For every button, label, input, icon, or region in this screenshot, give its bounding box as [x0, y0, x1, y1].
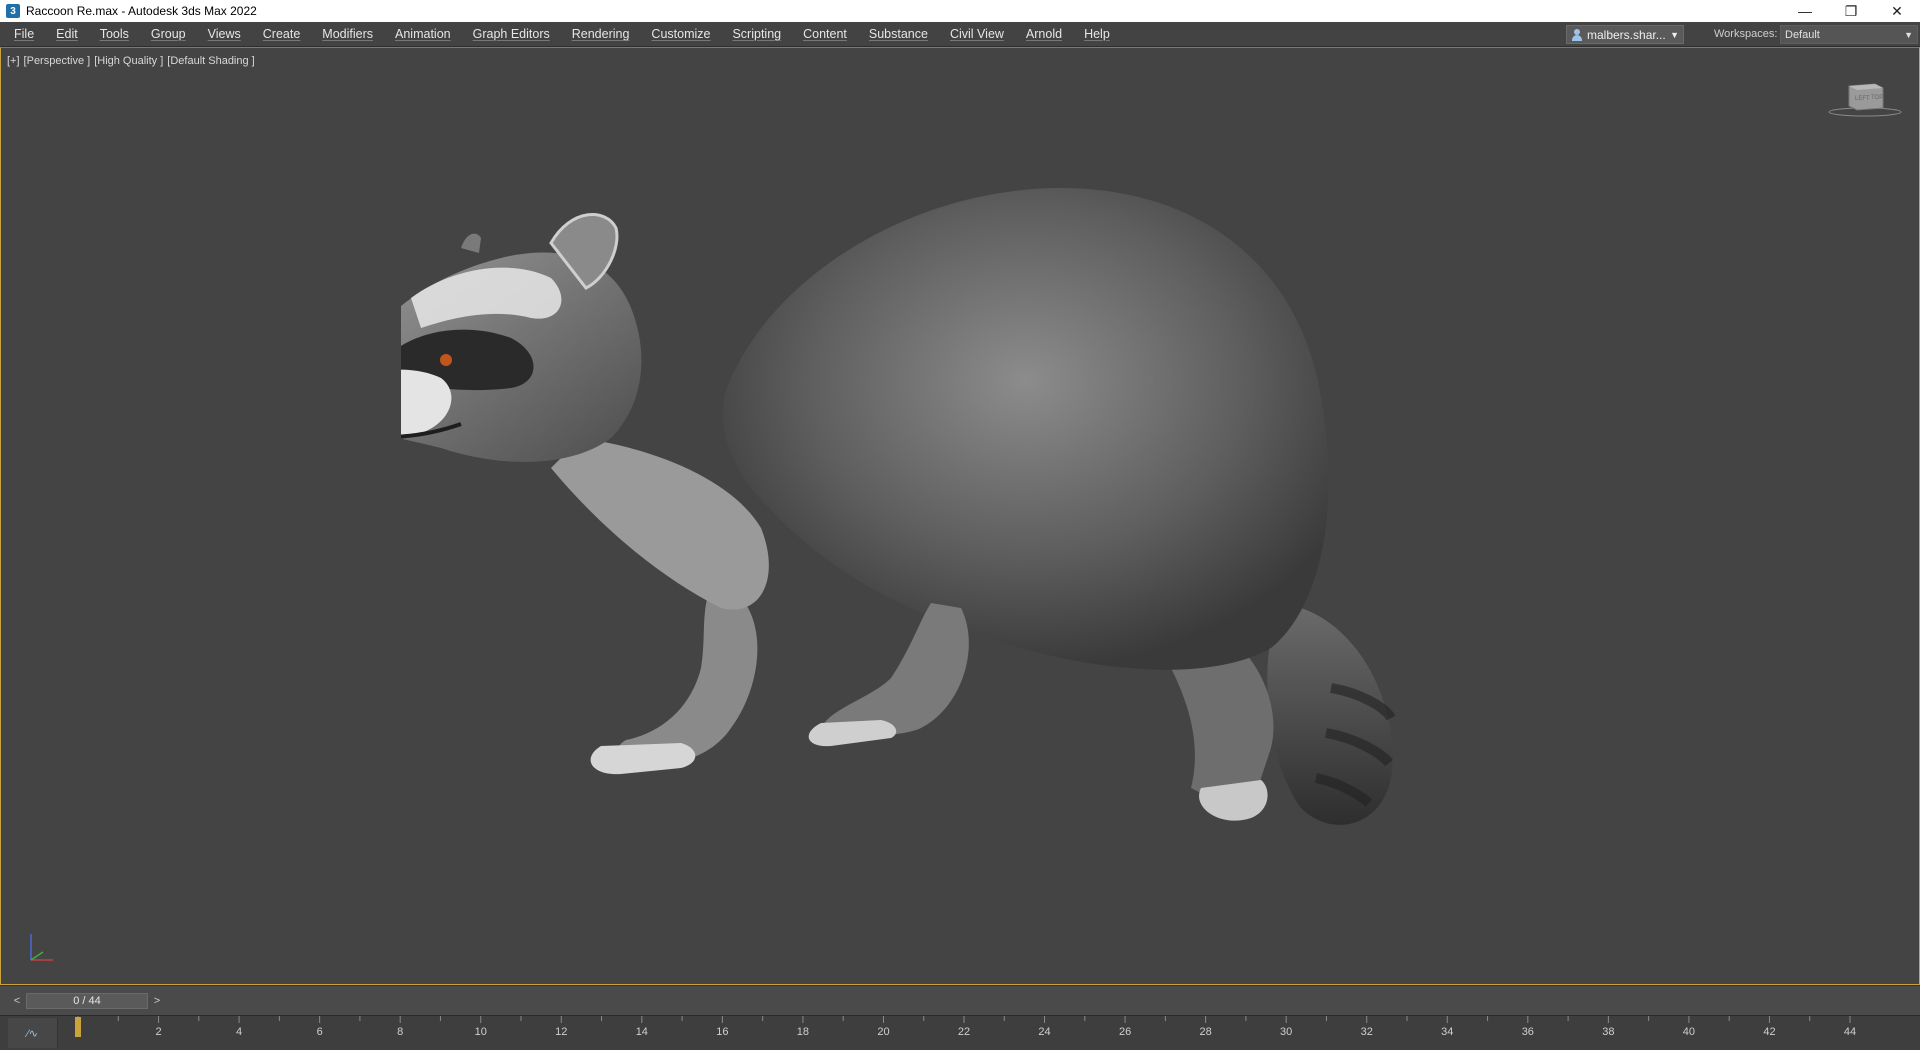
menu-create[interactable]: Create: [255, 22, 309, 46]
viewport-quality-menu[interactable]: [High Quality ]: [94, 55, 163, 67]
frame-tick-label: 40: [1683, 1026, 1695, 1038]
menu-substance[interactable]: Substance: [861, 22, 936, 46]
frame-tick-label: 42: [1763, 1026, 1775, 1038]
menu-customize[interactable]: Customize: [643, 22, 718, 46]
frame-tick-label: 2: [155, 1026, 161, 1038]
menu-bar: File Edit Tools Group Views Create Modif…: [0, 22, 1920, 47]
viewport-shading-menu[interactable]: [Default Shading ]: [167, 55, 254, 67]
viewcube-left-label: LEFT: [1855, 96, 1870, 102]
menu-scripting[interactable]: Scripting: [724, 22, 789, 46]
menu-views[interactable]: Views: [200, 22, 249, 46]
current-frame-marker[interactable]: [75, 1017, 81, 1037]
chevron-down-icon: ▼: [1904, 29, 1913, 40]
frame-tick-label: 8: [397, 1026, 403, 1038]
menu-content[interactable]: Content: [795, 22, 855, 46]
3dsmax-app-icon: 3: [6, 4, 20, 18]
frame-tick-label: 36: [1522, 1026, 1534, 1038]
time-slider-bar: < 0 / 44 >: [0, 985, 1920, 1015]
frame-ruler[interactable]: 0246810121416182022242628303234363840424…: [70, 1016, 1870, 1050]
raccoon-3d-model[interactable]: [401, 148, 1481, 928]
next-frame-button[interactable]: >: [150, 993, 164, 1009]
frame-tick-label: 34: [1441, 1026, 1453, 1038]
title-bar: 3 Raccoon Re.max - Autodesk 3ds Max 2022…: [0, 0, 1920, 22]
perspective-viewport[interactable]: [+] [Perspective ] [High Quality ] [Defa…: [0, 47, 1920, 985]
viewport-point-of-view-menu[interactable]: [Perspective ]: [24, 55, 91, 67]
viewcube-top-label: TOP: [1871, 95, 1883, 101]
mini-curve-editor-icon[interactable]: ⁄∿: [8, 1018, 58, 1048]
user-account-dropdown[interactable]: malbers.shar... ▼: [1566, 25, 1684, 44]
frame-tick-label: 16: [716, 1026, 728, 1038]
time-slider-thumb[interactable]: 0 / 44: [26, 993, 148, 1009]
viewcube[interactable]: LEFT TOP: [1825, 78, 1905, 118]
previous-frame-button[interactable]: <: [10, 993, 24, 1009]
raccoon-eye: [440, 354, 452, 366]
workspace-select[interactable]: Default ▼: [1780, 25, 1918, 44]
raccoon-middle-paw: [808, 720, 897, 747]
raccoon-tail: [1267, 608, 1393, 825]
raccoon-body: [722, 188, 1329, 670]
minimize-button[interactable]: —: [1782, 0, 1828, 22]
menu-edit[interactable]: Edit: [48, 22, 86, 46]
menu-rendering[interactable]: Rendering: [564, 22, 638, 46]
frame-tick-label: 38: [1602, 1026, 1614, 1038]
viewport-general-menu[interactable]: [+]: [7, 55, 20, 67]
frame-tick-label: 32: [1361, 1026, 1373, 1038]
raccoon-ear-left: [461, 233, 481, 253]
viewport-label-menu: [+] [Perspective ] [High Quality ] [Defa…: [7, 55, 255, 67]
window-title: Raccoon Re.max - Autodesk 3ds Max 2022: [26, 4, 257, 18]
frame-tick-label: 12: [555, 1026, 567, 1038]
menu-civil-view[interactable]: Civil View: [942, 22, 1012, 46]
menu-tools[interactable]: Tools: [92, 22, 137, 46]
frame-tick-label: 14: [636, 1026, 648, 1038]
frame-tick-label: 30: [1280, 1026, 1292, 1038]
frame-tick-label: 18: [797, 1026, 809, 1038]
menu-file[interactable]: File: [6, 22, 42, 46]
frame-tick-label: 28: [1200, 1026, 1212, 1038]
workspaces-label: Workspaces:: [1714, 28, 1778, 40]
frame-tick-label: 44: [1844, 1026, 1856, 1038]
menu-modifiers[interactable]: Modifiers: [314, 22, 381, 46]
user-name: malbers.shar...: [1587, 27, 1666, 42]
chevron-down-icon: ▼: [1670, 29, 1679, 40]
user-icon: [1571, 28, 1583, 41]
axis-tripod: [30, 934, 53, 961]
frame-tick-label: 26: [1119, 1026, 1131, 1038]
menu-graph-editors[interactable]: Graph Editors: [465, 22, 558, 46]
restore-button[interactable]: ❐: [1828, 0, 1874, 22]
workspace-value: Default: [1785, 28, 1820, 41]
close-button[interactable]: ✕: [1874, 0, 1920, 22]
menu-animation[interactable]: Animation: [387, 22, 459, 46]
menu-arnold[interactable]: Arnold: [1018, 22, 1070, 46]
track-bar: ⁄∿ 0246810121416182022242628303234363840…: [0, 1015, 1920, 1050]
y-axis-line: [30, 951, 44, 961]
raccoon-front-leg: [618, 588, 758, 765]
menu-group[interactable]: Group: [143, 22, 194, 46]
frame-tick-label: 6: [317, 1026, 323, 1038]
frame-tick-label: 24: [1038, 1026, 1050, 1038]
frame-tick-label: 22: [958, 1026, 970, 1038]
raccoon-front-paw: [590, 743, 696, 775]
frame-display: 0 / 44: [73, 995, 101, 1007]
menu-help[interactable]: Help: [1076, 22, 1118, 46]
menu-items: File Edit Tools Group Views Create Modif…: [0, 22, 1124, 46]
frame-tick-label: 20: [877, 1026, 889, 1038]
frame-tick-label: 10: [475, 1026, 487, 1038]
frame-tick-label: 4: [236, 1026, 242, 1038]
window-controls: — ❐ ✕: [1782, 0, 1920, 22]
raccoon-middle-leg: [821, 603, 969, 736]
